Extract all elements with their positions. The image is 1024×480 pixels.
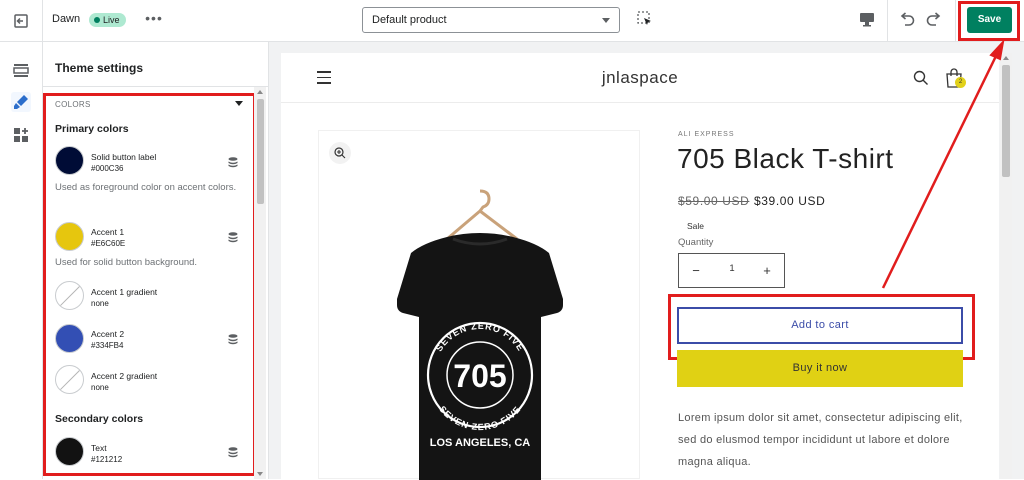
- sections-rail-button[interactable]: [11, 60, 31, 80]
- theme-name: Dawn: [52, 13, 81, 25]
- scroll-down-icon[interactable]: [257, 472, 263, 476]
- quantity-label: Quantity: [678, 237, 714, 248]
- apps-rail-button[interactable]: [11, 125, 31, 145]
- inspector-button[interactable]: [636, 10, 658, 32]
- cursor-select-icon: [637, 11, 651, 25]
- sections-icon: [13, 64, 29, 77]
- redo-icon: [926, 12, 941, 26]
- product-image[interactable]: SEVEN ZERO FIVE 705 SEVEN ZERO FIVE LOS …: [318, 130, 640, 480]
- theme-settings-rail-button[interactable]: [11, 92, 31, 112]
- preview-scrollbar[interactable]: [1000, 53, 1012, 479]
- store-preview: jnlaspace 2 SEVEN ZERO FIVE 705 SEVEN ZE…: [269, 42, 1024, 480]
- scroll-up-icon[interactable]: [1003, 56, 1009, 60]
- template-select-value: Default product: [372, 14, 447, 26]
- sale-price: $39.00 USD: [754, 194, 826, 208]
- store-name[interactable]: jnlaspace: [281, 68, 999, 88]
- panel-scrollbar[interactable]: [254, 87, 266, 479]
- save-highlight-box: [958, 1, 1020, 41]
- undo-icon: [900, 12, 915, 26]
- product-description: Lorem ipsum dolor sit amet, consectetur …: [678, 412, 963, 468]
- sale-badge: Sale: [687, 221, 705, 231]
- desktop-icon: [860, 13, 874, 27]
- desktop-view-button[interactable]: [857, 9, 879, 31]
- live-status-badge: Live: [89, 13, 126, 27]
- editor-topbar: Dawn Live ••• Default product Save: [0, 0, 1024, 42]
- tshirt-image: SEVEN ZERO FIVE 705 SEVEN ZERO FIVE LOS …: [397, 189, 563, 480]
- more-actions-button[interactable]: •••: [143, 9, 165, 31]
- scroll-thumb[interactable]: [1002, 65, 1010, 177]
- divider: [955, 0, 956, 41]
- template-select[interactable]: Default product: [362, 7, 620, 33]
- zoom-icon[interactable]: [329, 142, 351, 164]
- product-vendor: ALI EXPRESS: [678, 131, 735, 138]
- shirt-city: LOS ANGELES, CA: [430, 437, 530, 449]
- add-to-cart-button[interactable]: Add to cart: [677, 307, 963, 344]
- theme-settings-panel: Theme settings COLORS Primary colors Sol…: [43, 42, 269, 479]
- divider: [887, 0, 888, 41]
- apps-icon: [14, 128, 28, 142]
- quantity-input[interactable]: 1: [719, 263, 745, 274]
- compare-at-price: $59.00 USD: [678, 194, 750, 208]
- storefront: jnlaspace 2 SEVEN ZERO FIVE 705 SEVEN ZE…: [281, 53, 999, 480]
- redo-button[interactable]: [924, 9, 944, 31]
- cart-count-badge: 2: [955, 77, 966, 88]
- colors-highlight-box: [43, 93, 256, 476]
- exit-icon: [14, 13, 28, 28]
- divider: [43, 86, 269, 87]
- panel-title: Theme settings: [55, 61, 144, 75]
- chevron-down-icon: [602, 18, 610, 23]
- quantity-stepper: − 1 +: [678, 253, 785, 288]
- undo-button[interactable]: [897, 9, 917, 31]
- search-icon[interactable]: [913, 70, 929, 86]
- scroll-thumb[interactable]: [257, 99, 264, 204]
- editor-icon-rail: [0, 42, 43, 479]
- store-header: jnlaspace 2: [281, 53, 999, 103]
- shirt-number: 705: [453, 358, 506, 394]
- buy-now-button[interactable]: Buy it now: [677, 350, 963, 387]
- quantity-increase-button[interactable]: +: [758, 262, 776, 280]
- exit-editor-button[interactable]: [0, 0, 43, 41]
- paintbrush-icon: [14, 95, 28, 109]
- product-title: 705 Black T-shirt: [677, 143, 894, 174]
- quantity-decrease-button[interactable]: −: [687, 262, 705, 280]
- scroll-up-icon[interactable]: [257, 90, 263, 94]
